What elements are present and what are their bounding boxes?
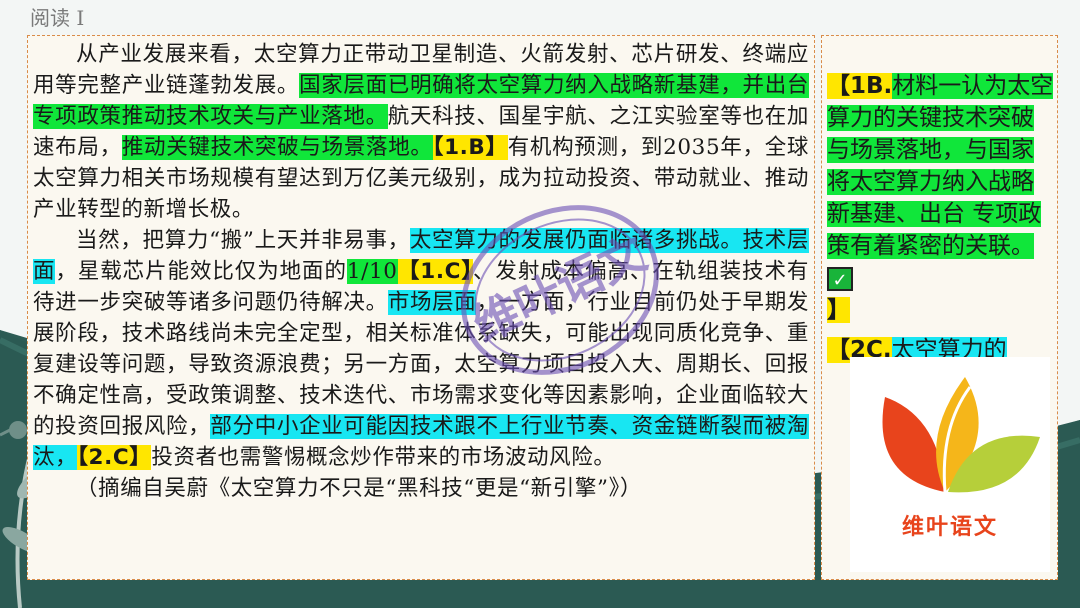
annotation-1b-text: 材料一认为太空算力的关键技术突破与场景落地，与国家将太空算力纳入战略新基建、出台… xyxy=(827,73,1054,259)
p2-text-2: ，星载芯片能效比仅为地面的 xyxy=(55,259,347,284)
reading-passage: 从产业发展来看，太空算力正带动卫星制造、火箭发射、芯片研发、终端应用等完整产业链… xyxy=(33,39,809,504)
p2-highlight-market: 市场层面 xyxy=(387,290,477,315)
slide-title: 阅读 I xyxy=(30,6,85,30)
leaf-logo-icon xyxy=(882,377,1040,493)
annotation-1b-end: 】 xyxy=(827,297,850,323)
annotation-1b: 【1B.材料一认为太空算力的关键技术突破与场景落地，与国家将太空算力纳入战略新基… xyxy=(827,70,1055,326)
annotation-text: 【1B.材料一认为太空算力的关键技术突破与场景落地，与国家将太空算力纳入战略新基… xyxy=(827,70,1055,374)
check-icon: ✓ xyxy=(827,267,853,291)
reading-passage-box: 从产业发展来看，太空算力正带动卫星制造、火箭发射、芯片研发、终端应用等完整产业链… xyxy=(27,35,815,580)
answer-tag-2c: 【2.C】 xyxy=(77,445,152,470)
brand-logo-card: 维叶语文 xyxy=(850,357,1050,572)
source-citation: （摘编自吴蔚《太空算力不只是“黑科技“更是“新引擎”》） xyxy=(33,473,809,504)
p1-highlight-breakthrough: 推动关键技术突破与场景落地。 xyxy=(121,135,433,160)
answer-tag-1b: 【1.B】 xyxy=(432,135,508,160)
p2-text-5: 投资者也需警惕概念炒作带来的市场波动风险。 xyxy=(151,445,616,470)
p2-text-1: 当然，把算力“搬”上天并非易事， xyxy=(76,228,410,253)
paragraph-1: 从产业发展来看，太空算力正带动卫星制造、火箭发射、芯片研发、终端应用等完整产业链… xyxy=(33,39,809,225)
annotation-1b-tag: 【1B. xyxy=(827,73,893,99)
p2-highlight-ratio: 1/10 xyxy=(346,259,398,284)
answer-tag-1c: 【1.C】 xyxy=(397,259,473,284)
source-text: （摘编自吴蔚《太空算力不只是“黑科技“更是“新引擎”》） xyxy=(76,476,643,501)
paragraph-2: 当然，把算力“搬”上天并非易事，太空算力的发展仍面临诸多挑战。技术层面，星载芯片… xyxy=(33,225,809,473)
brand-logo-text: 维叶语文 xyxy=(902,514,999,540)
